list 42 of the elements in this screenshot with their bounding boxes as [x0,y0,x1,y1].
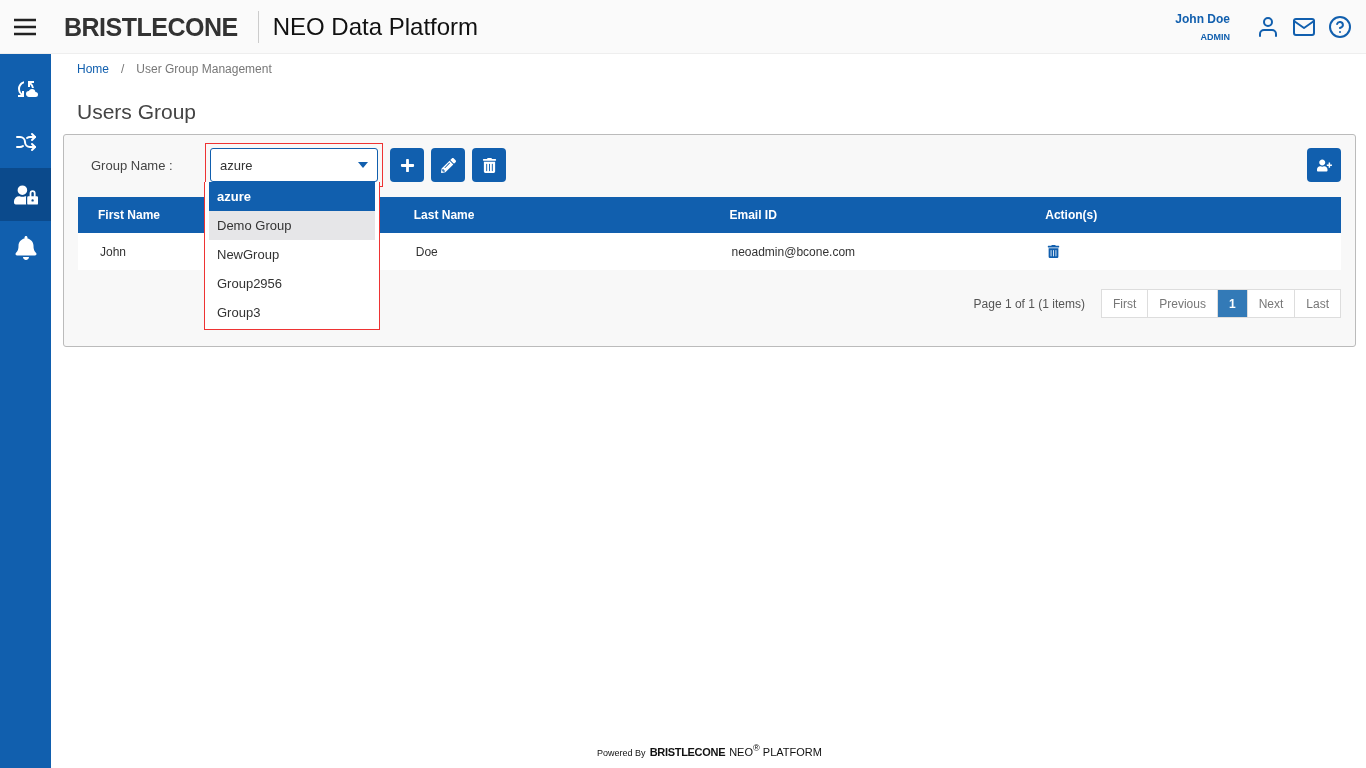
menu-icon[interactable] [14,17,36,36]
table-cell: Doe [415,244,438,259]
field-label: Group Name : [90,157,174,173]
logo: BRISTLECONE [64,10,259,43]
page-button[interactable]: Next [1246,289,1296,318]
trash-icon [481,157,497,173]
table-cell: neoadmin@bcone.com [731,244,856,259]
edit-button[interactable] [431,148,465,182]
user-name: John Doe [1175,11,1230,26]
user-lock-icon[interactable] [0,168,51,221]
app-title: NEO Data Platform [272,12,479,41]
column-header: Action(s) [1044,208,1099,222]
column-header: Email ID [728,208,778,222]
page-button[interactable]: 1 [1216,289,1248,318]
delete-icon[interactable] [1047,245,1061,258]
dropdown-option[interactable]: Demo Group [209,211,375,240]
footer-logo: BRISTLECONE [649,746,726,758]
user-role: ADMIN [1200,31,1230,42]
add-button[interactable] [390,148,424,182]
plus-icon [399,157,415,173]
page-title: Users Group [76,99,198,125]
delete-button[interactable] [472,148,506,182]
pencil-icon [440,157,456,173]
group-select[interactable]: azure [210,148,378,182]
caret-icon [358,162,368,168]
page-button[interactable]: Previous [1147,289,1218,318]
help-icon[interactable] [1328,14,1352,39]
user-plus-icon [1316,157,1332,173]
breadcrumb-separator: / [121,62,125,76]
page-button[interactable]: Last [1294,289,1341,318]
user-icon[interactable] [1256,14,1280,39]
column-header: Last Name [412,208,476,222]
powered-by-text: Powered By [597,748,646,758]
breadcrumb-current: User Group Management [136,62,272,76]
column-header: First Name [97,208,162,222]
breadcrumb-link[interactable]: Home [77,62,109,76]
page-button[interactable]: First [1100,289,1149,318]
add-user-button[interactable] [1307,148,1341,182]
product-name: NEO$^{®}$ PLATFORM [729,743,822,758]
page-summary: Page 1 of 1 (1 items) [973,296,1085,311]
dropdown-option[interactable]: azure [209,182,375,211]
table-cell: John [100,244,127,259]
